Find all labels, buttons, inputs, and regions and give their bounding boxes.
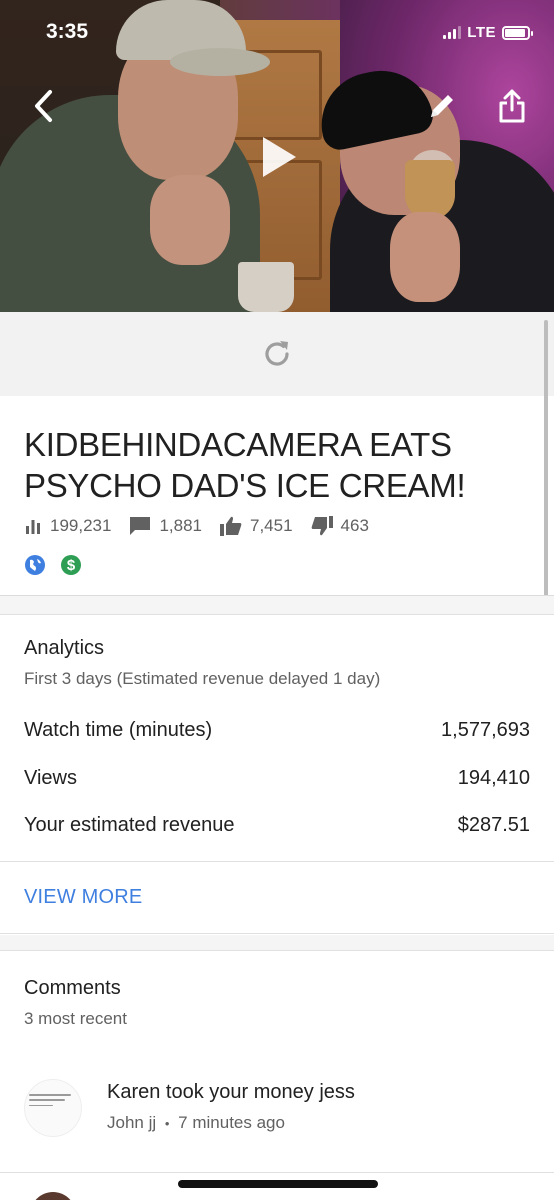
video-stats: 199,231 1,881 7,451 463: [24, 516, 387, 536]
thumbs-down-icon: [311, 516, 333, 536]
back-button[interactable]: [26, 88, 60, 124]
likes-stat: 7,451: [220, 516, 293, 536]
comment-text: Karen took your money jess: [107, 1081, 355, 1103]
comment-author[interactable]: John jj: [107, 1113, 156, 1132]
play-icon: [263, 137, 296, 177]
refresh-icon[interactable]: [260, 337, 294, 371]
comment-meta: John jj • 7 minutes ago: [107, 1113, 285, 1133]
svg-text:$: $: [67, 557, 76, 574]
edit-button[interactable]: [424, 88, 460, 124]
home-indicator[interactable]: [178, 1180, 378, 1188]
pencil-icon: [431, 95, 453, 117]
share-button[interactable]: [494, 86, 530, 126]
bar-chart-icon: [26, 520, 40, 534]
signal-icon: [443, 26, 462, 39]
analytics-subtitle: First 3 days (Estimated revenue delayed …: [24, 669, 381, 688]
section-divider: [0, 596, 554, 614]
metric-row-views: Views 194,410: [24, 767, 530, 789]
comment-item[interactable]: Karen took your money jess John jj • 7 m…: [0, 1071, 554, 1173]
view-more-button[interactable]: VIEW MORE: [24, 886, 142, 909]
metric-row-revenue: Your estimated revenue $287.51: [24, 814, 530, 836]
video-title: KIDBEHINDACAMERA EATS PSYCHO DAD'S ICE C…: [24, 426, 466, 504]
comments-title: Comments: [24, 977, 121, 999]
comments-card: Comments 3 most recent Karen took your m…: [0, 950, 554, 1200]
globe-icon: [24, 554, 46, 576]
refresh-area: [0, 312, 554, 396]
avatar[interactable]: [24, 1079, 82, 1137]
chevron-left-icon: [35, 90, 52, 122]
metric-row-watch-time: Watch time (minutes) 1,577,693: [24, 719, 530, 741]
network-label: LTE: [467, 24, 496, 41]
views-stat: 199,231: [24, 516, 111, 536]
comment-time: 7 minutes ago: [178, 1113, 285, 1132]
comments-subtitle: 3 most recent: [24, 1009, 127, 1028]
comments-stat: 1,881: [129, 516, 202, 536]
status-time: 3:35: [46, 20, 89, 43]
dollar-icon: $: [60, 554, 82, 576]
thumbs-up-icon: [220, 516, 242, 536]
section-divider: [0, 935, 554, 950]
view-more-section: VIEW MORE: [0, 862, 554, 934]
dislikes-stat: 463: [311, 516, 369, 536]
comment-separator: •: [164, 1116, 170, 1131]
play-button[interactable]: [256, 132, 302, 182]
video-badges: $: [24, 554, 82, 576]
analytics-title: Analytics: [24, 637, 105, 659]
share-icon: [499, 89, 525, 123]
status-indicators: LTE: [443, 24, 533, 41]
analytics-card: Analytics First 3 days (Estimated revenu…: [0, 614, 554, 862]
video-info: KIDBEHINDACAMERA EATS PSYCHO DAD'S ICE C…: [0, 396, 554, 596]
comment-icon: [130, 517, 151, 535]
battery-icon: [502, 25, 533, 40]
